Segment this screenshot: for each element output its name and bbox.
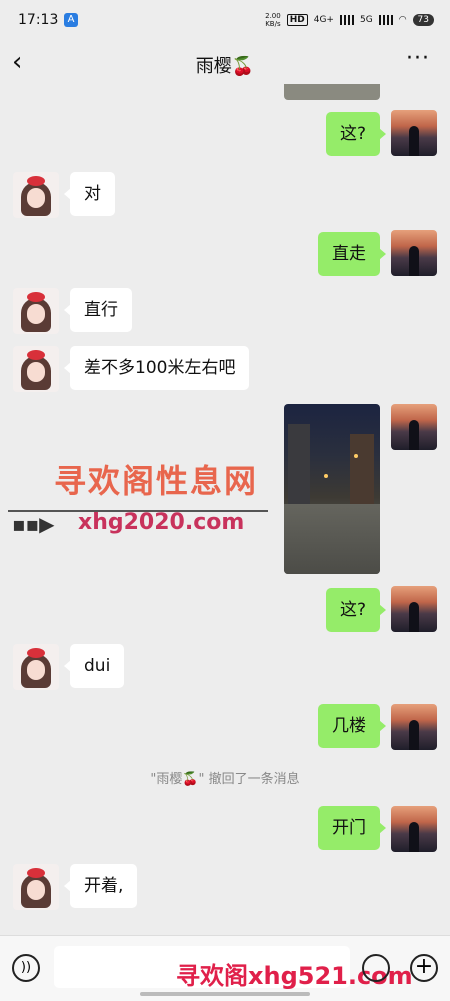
home-indicator xyxy=(140,992,310,996)
emoji-icon[interactable] xyxy=(362,954,390,982)
contact-avatar[interactable] xyxy=(13,346,59,392)
my-avatar[interactable] xyxy=(391,806,437,852)
net-4g-label: 4G+ xyxy=(313,15,334,25)
contact-avatar[interactable] xyxy=(13,172,59,218)
chat-header: ‹ 雨樱🍒 ··· xyxy=(0,42,450,84)
message-bubble-her[interactable]: 对 xyxy=(64,172,115,216)
signal-icon-2 xyxy=(378,15,393,25)
message-bubble-her[interactable]: 开着, xyxy=(63,864,138,908)
wifi-icon: ◠ xyxy=(398,15,407,25)
my-avatar[interactable] xyxy=(391,230,437,276)
net-5g-label: 5G xyxy=(359,15,373,25)
watermark-arrow-icon: ▪▪▶ xyxy=(12,512,55,536)
my-avatar[interactable] xyxy=(391,404,437,450)
status-indicators: 2.00 KB/s HD 4G+ 5G ◠ 73 xyxy=(265,12,434,28)
watermark-title: 寻欢阁性息网 xyxy=(54,462,259,500)
image-message[interactable] xyxy=(284,404,380,574)
more-icon[interactable]: ··· xyxy=(406,46,430,71)
battery-indicator: 73 xyxy=(412,14,434,26)
recall-notice: "雨樱🍒" 撤回了一条消息 xyxy=(150,772,300,787)
contact-avatar[interactable] xyxy=(13,644,59,690)
message-bubble-me[interactable]: 直走 xyxy=(318,232,386,276)
my-avatar[interactable] xyxy=(391,704,437,750)
network-speed: 2.00 KB/s xyxy=(265,12,281,28)
contact-avatar[interactable] xyxy=(13,288,59,334)
message-bubble-her[interactable]: 差不多100米左右吧 xyxy=(63,346,250,390)
my-avatar[interactable] xyxy=(391,586,437,632)
signal-icon xyxy=(339,15,354,25)
message-bubble-me[interactable]: 开门 xyxy=(318,806,386,850)
watermark-url: xhg2020.com xyxy=(78,510,245,535)
contact-avatar[interactable] xyxy=(13,864,59,910)
plus-icon[interactable]: + xyxy=(410,954,438,982)
status-bar: 17:13 A 2.00 KB/s HD 4G+ 5G ◠ 73 xyxy=(0,0,450,42)
hd-badge: HD xyxy=(286,14,308,26)
message-bubble-me[interactable]: 这? xyxy=(325,112,387,156)
my-avatar[interactable] xyxy=(391,110,437,156)
message-bubble-me[interactable]: 这? xyxy=(325,588,387,632)
status-time: 17:13 xyxy=(18,12,59,28)
message-bubble-her[interactable]: 直行 xyxy=(64,288,132,332)
chat-title: 雨樱🍒 xyxy=(195,56,255,77)
message-bubble-her[interactable]: dui xyxy=(63,644,125,688)
message-bubble-me[interactable]: 几楼 xyxy=(318,704,386,748)
app-notification-icon: A xyxy=(64,13,78,27)
previous-image-thumbnail[interactable] xyxy=(284,84,380,100)
voice-icon[interactable]: )) xyxy=(12,954,40,982)
